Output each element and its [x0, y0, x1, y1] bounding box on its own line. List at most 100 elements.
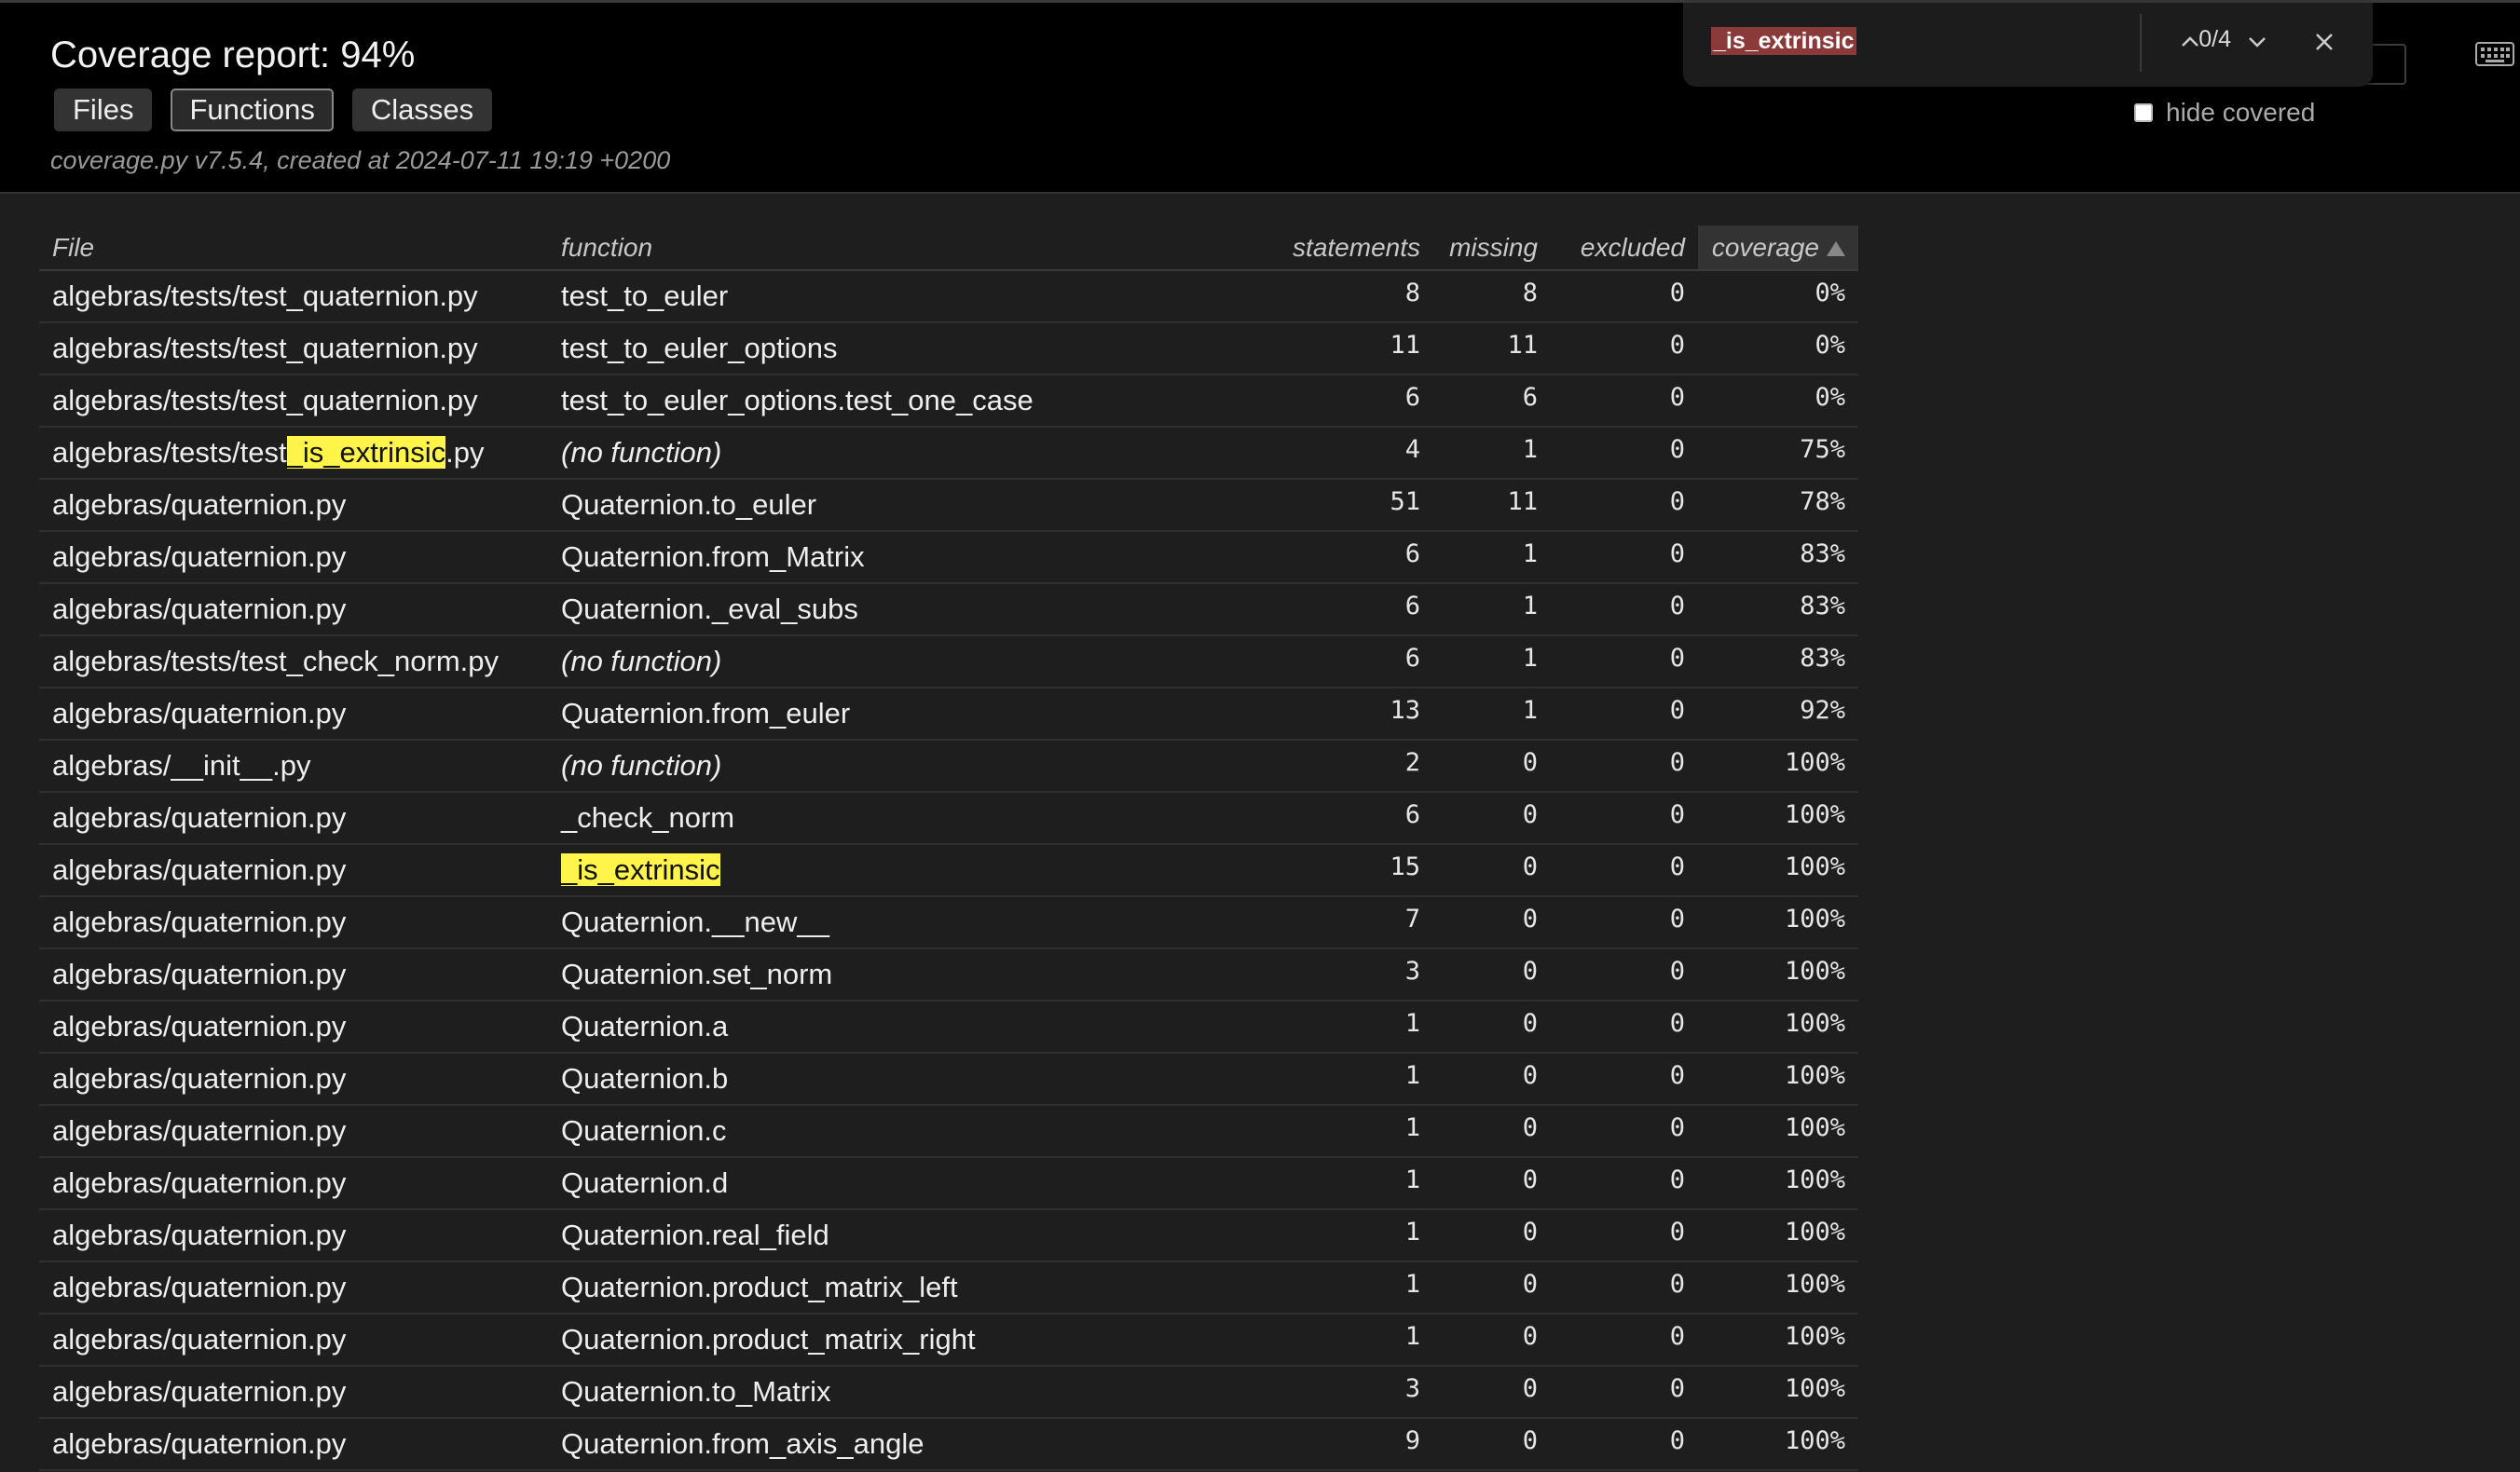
table-row[interactable]: algebras/quaternion.py Quaternion.to_eule… — [39, 479, 1858, 532]
file-cell[interactable]: algebras/quaternion.py — [39, 844, 548, 897]
function-cell[interactable]: test_to_euler — [548, 270, 1275, 323]
function-cell[interactable]: Quaternion.from_Matrix — [548, 531, 1275, 584]
column-header-coverage-label: coverage — [1711, 232, 1819, 262]
function-cell[interactable]: (no function) — [548, 427, 1275, 480]
file-cell[interactable]: algebras/quaternion.py — [39, 1053, 548, 1106]
file-cell[interactable]: algebras/quaternion.py — [39, 479, 548, 532]
excluded-cell: 0 — [1551, 792, 1698, 845]
file-cell[interactable]: algebras/tests/test_is_extrinsic.py — [39, 427, 548, 480]
excluded-cell: 0 — [1551, 1157, 1698, 1210]
table-row[interactable]: algebras/quaternion.py Quaternion.b 1 0 0 100… — [39, 1053, 1858, 1106]
file-cell[interactable]: algebras/quaternion.py — [39, 792, 548, 845]
chevron-down-icon[interactable] — [2237, 23, 2278, 61]
function-cell[interactable]: Quaternion.b — [548, 1053, 1275, 1106]
table-row[interactable]: algebras/quaternion.py Quaternion.real_fi… — [39, 1209, 1858, 1262]
column-header-excluded[interactable]: excluded — [1551, 225, 1698, 271]
table-row[interactable]: algebras/quaternion.py Quaternion.__new__… — [39, 896, 1858, 949]
file-cell[interactable]: algebras/quaternion.py — [39, 688, 548, 741]
table-row[interactable]: algebras/tests/test_is_extrinsic.py (no f… — [39, 427, 1858, 480]
file-cell[interactable]: algebras/__init__.py — [39, 740, 548, 793]
function-cell[interactable]: Quaternion.from_euler — [548, 688, 1275, 741]
files-button[interactable]: Files — [54, 89, 153, 131]
close-icon[interactable] — [2304, 23, 2345, 61]
functions-button[interactable]: Functions — [171, 89, 334, 131]
statements-cell: 1 — [1275, 1209, 1433, 1262]
function-cell[interactable]: Quaternion.d — [548, 1157, 1275, 1210]
table-row[interactable]: algebras/quaternion.py Quaternion.to_Matr… — [39, 1366, 1858, 1419]
function-cell[interactable]: Quaternion.a — [548, 1001, 1275, 1054]
function-cell[interactable]: Quaternion.set_norm — [548, 948, 1275, 1002]
missing-cell: 0 — [1433, 792, 1551, 845]
classes-button[interactable]: Classes — [351, 89, 493, 131]
file-cell[interactable]: algebras/quaternion.py — [39, 1314, 548, 1367]
file-cell[interactable]: algebras/tests/test_quaternion.py — [39, 270, 548, 323]
function-cell[interactable]: (no function) — [548, 740, 1275, 793]
column-header-coverage[interactable]: coverage — [1698, 225, 1858, 271]
table-row[interactable]: algebras/quaternion.py Quaternion.d 1 0 0 100… — [39, 1157, 1858, 1210]
function-cell[interactable]: Quaternion._eval_subs — [548, 583, 1275, 636]
excluded-cell: 0 — [1551, 270, 1698, 323]
table-row[interactable]: algebras/__init__.py (no function) 2 0 0 100% — [39, 740, 1858, 793]
file-cell[interactable]: algebras/quaternion.py — [39, 948, 548, 1002]
find-input[interactable]: _is_extrinsic — [1711, 27, 1856, 55]
table-row[interactable]: algebras/quaternion.py Quaternion.a 1 0 0 100… — [39, 1001, 1858, 1054]
file-cell[interactable]: algebras/quaternion.py — [39, 1105, 548, 1158]
function-cell[interactable]: Quaternion.product_matrix_right — [548, 1314, 1275, 1367]
file-cell[interactable]: algebras/quaternion.py — [39, 1209, 548, 1262]
function-cell[interactable]: test_to_euler_options — [548, 322, 1275, 375]
excluded-cell: 0 — [1551, 1209, 1698, 1262]
file-cell[interactable]: algebras/quaternion.py — [39, 1001, 548, 1054]
table-row[interactable]: algebras/quaternion.py Quaternion.product… — [39, 1314, 1858, 1367]
function-cell[interactable]: Quaternion.to_Matrix — [548, 1366, 1275, 1419]
table-row[interactable]: algebras/tests/test_quaternion.py test_to… — [39, 375, 1858, 428]
missing-cell: 1 — [1433, 531, 1551, 584]
file-cell[interactable]: algebras/tests/test_quaternion.py — [39, 375, 548, 428]
file-cell[interactable]: algebras/quaternion.py — [39, 1157, 548, 1210]
table-row[interactable]: algebras/quaternion.py _check_norm 6 0 0 100% — [39, 792, 1858, 845]
function-cell[interactable]: Quaternion.c — [548, 1105, 1275, 1158]
file-cell[interactable]: algebras/tests/test_check_norm.py — [39, 635, 548, 688]
function-cell[interactable]: Quaternion.from_axis_angle — [548, 1418, 1275, 1471]
table-row[interactable]: algebras/quaternion.py Quaternion.product… — [39, 1261, 1858, 1315]
table-row[interactable]: algebras/tests/test_quaternion.py test_to… — [39, 270, 1858, 323]
function-cell[interactable]: Quaternion.to_euler — [548, 479, 1275, 532]
table-row[interactable]: algebras/quaternion.py Quaternion.from_eu… — [39, 688, 1858, 741]
file-cell[interactable]: algebras/quaternion.py — [39, 1261, 548, 1315]
function-cell[interactable]: Quaternion.product_matrix_left — [548, 1261, 1275, 1315]
function-cell[interactable]: Quaternion.real_field — [548, 1209, 1275, 1262]
column-header-file[interactable]: File — [39, 225, 548, 271]
table-row[interactable]: algebras/quaternion.py Quaternion.from_ax… — [39, 1418, 1858, 1471]
file-cell[interactable]: algebras/quaternion.py — [39, 1366, 548, 1419]
hide-covered-checkbox[interactable] — [2134, 103, 2153, 122]
table-row[interactable]: algebras/quaternion.py _is_extrinsic 15 0 0 1… — [39, 844, 1858, 897]
file-cell[interactable]: algebras/quaternion.py — [39, 896, 548, 949]
chevron-up-icon[interactable] — [2170, 23, 2211, 61]
excluded-cell: 0 — [1551, 1366, 1698, 1419]
table-row[interactable]: algebras/quaternion.py Quaternion.set_nor… — [39, 948, 1858, 1002]
file-cell[interactable]: algebras/quaternion.py — [39, 583, 548, 636]
report-meta: coverage.py v7.5.4, created at 2024-07-1… — [50, 146, 671, 174]
function-cell[interactable]: _check_norm — [548, 792, 1275, 845]
column-header-statements[interactable]: statements — [1275, 225, 1433, 271]
table-row[interactable]: algebras/quaternion.py Quaternion.from_Ma… — [39, 531, 1858, 584]
function-cell[interactable]: Quaternion.__new__ — [548, 896, 1275, 949]
excluded-cell: 0 — [1551, 1418, 1698, 1471]
file-cell[interactable]: algebras/tests/test_quaternion.py — [39, 322, 548, 375]
statements-cell: 1 — [1275, 1261, 1433, 1315]
hide-covered-toggle[interactable]: hide covered — [2134, 98, 2315, 128]
function-cell[interactable]: (no function) — [548, 635, 1275, 688]
column-header-function[interactable]: function — [548, 225, 1275, 271]
table-row[interactable]: algebras/tests/test_quaternion.py test_to… — [39, 322, 1858, 375]
function-cell[interactable]: _is_extrinsic — [548, 844, 1275, 897]
coverage-cell: 78% — [1698, 479, 1858, 532]
keyboard-icon[interactable] — [2475, 40, 2514, 68]
column-header-missing[interactable]: missing — [1433, 225, 1551, 271]
file-cell[interactable]: algebras/quaternion.py — [39, 531, 548, 584]
table-row[interactable]: algebras/quaternion.py Quaternion.c 1 0 0 100… — [39, 1105, 1858, 1158]
function-cell[interactable]: test_to_euler_options.test_one_case — [548, 375, 1275, 428]
table-row[interactable]: algebras/tests/test_check_norm.py (no fun… — [39, 635, 1858, 688]
coverage-cell: 0% — [1698, 375, 1858, 428]
table-row[interactable]: algebras/quaternion.py Quaternion._eval_s… — [39, 583, 1858, 636]
file-cell[interactable]: algebras/quaternion.py — [39, 1418, 548, 1471]
missing-cell: 0 — [1433, 1105, 1551, 1158]
